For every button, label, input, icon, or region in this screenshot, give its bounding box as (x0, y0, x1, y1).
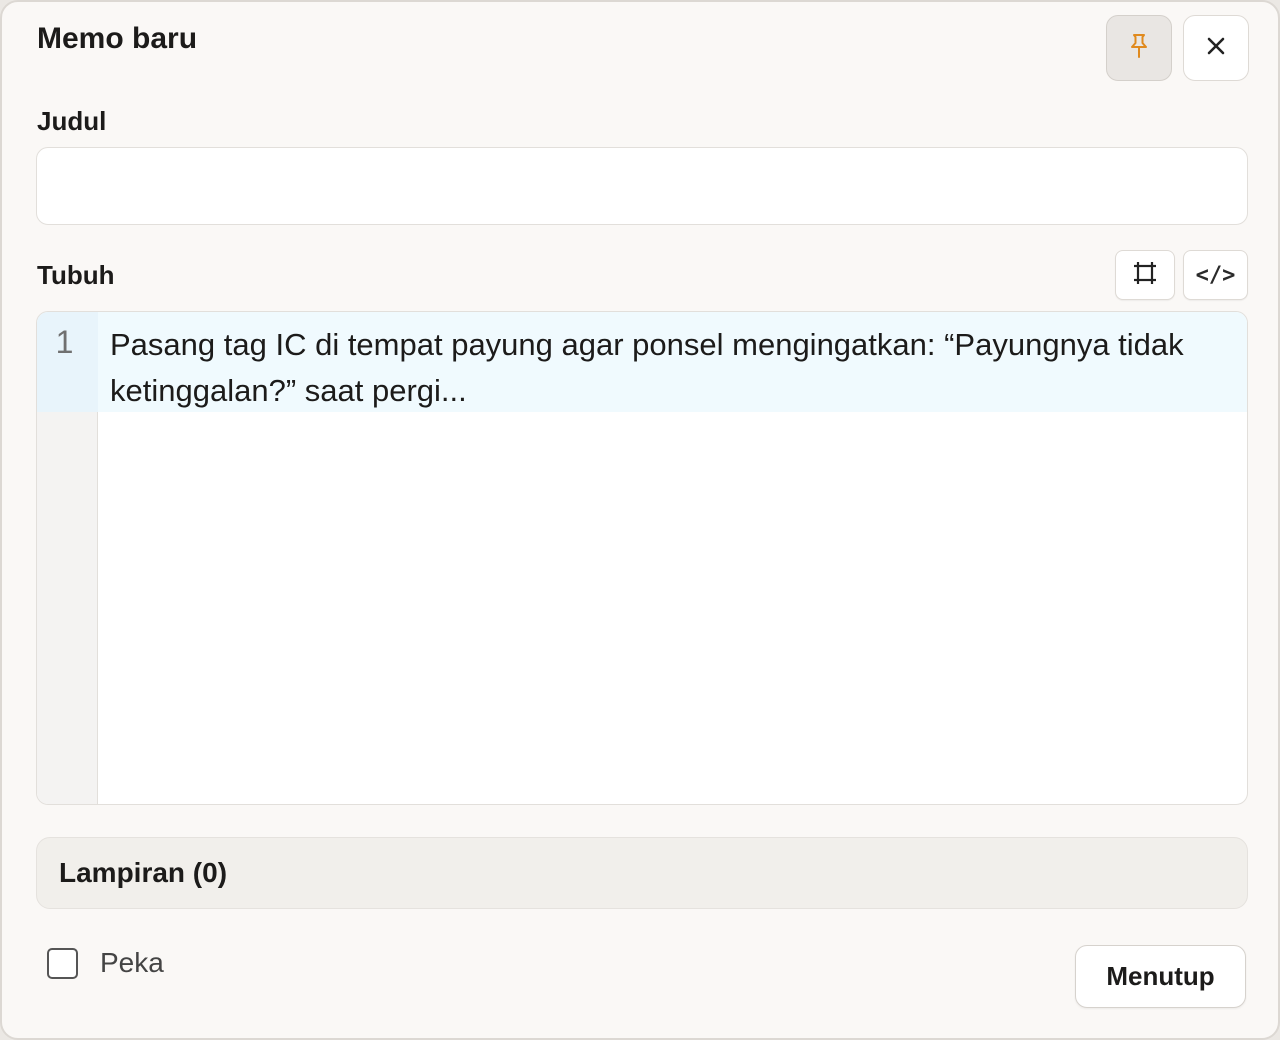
fullscreen-button[interactable] (1115, 250, 1175, 300)
pin-button[interactable] (1106, 15, 1172, 81)
fullscreen-icon (1131, 259, 1159, 292)
pin-icon (1127, 33, 1151, 64)
body-editor[interactable]: 1 Pasang tag IC di tempat payung agar po… (36, 311, 1248, 805)
line-number: 1 (55, 324, 74, 360)
attachments-label: Lampiran (0) (59, 857, 228, 888)
body-label: Tubuh (37, 260, 115, 290)
code-view-button[interactable]: </> (1183, 250, 1248, 300)
attachments-section[interactable]: Lampiran (0) (36, 837, 1248, 909)
title-input[interactable] (36, 147, 1248, 225)
sensitive-checkbox[interactable] (47, 948, 78, 979)
close-dialog-button[interactable]: Menutup (1075, 945, 1246, 1008)
sensitive-checkbox-label[interactable]: Peka (100, 947, 164, 979)
memo-dialog: Memo baru Judul Tubuh </> 1 Pasang tag I… (0, 0, 1280, 1040)
title-label: Judul (37, 106, 107, 136)
close-button[interactable] (1183, 15, 1249, 81)
body-text[interactable]: Pasang tag IC di tempat payung agar pons… (110, 322, 1240, 414)
close-icon (1207, 37, 1225, 60)
dialog-title: Memo baru (37, 22, 198, 55)
